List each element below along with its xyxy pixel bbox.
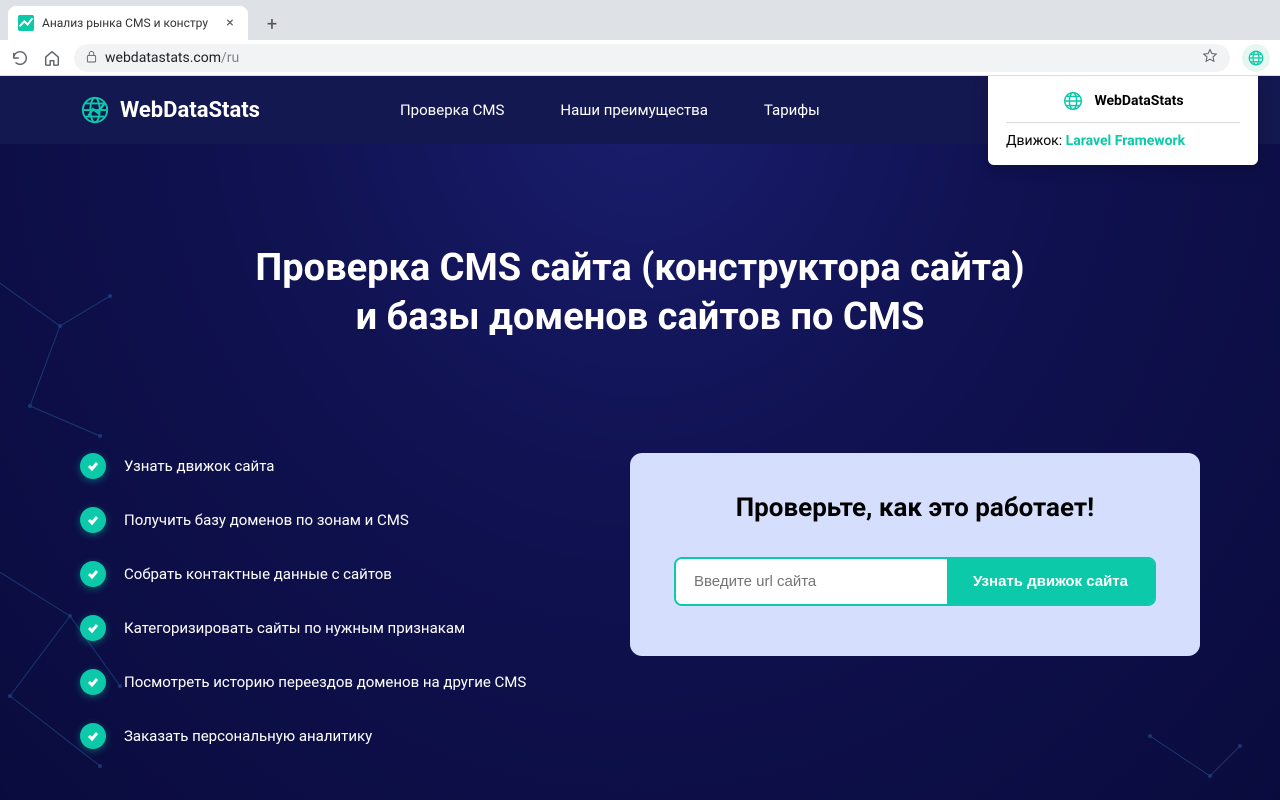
page-content: WebDataStats Проверка CMS Наши преимущес… [0,76,1280,800]
hero-line1: Проверка CMS сайта (конструктора сайта) [255,246,1024,290]
new-tab-button[interactable]: + [258,10,286,38]
brand-name: WebDataStats [120,98,260,123]
cta-card: Проверьте, как это работает! Узнать движ… [630,453,1200,656]
url-input[interactable] [676,559,947,604]
reload-icon[interactable] [10,48,30,68]
feature-text: Собрать контактные данные с сайтов [124,565,392,583]
engine-label: Движок: [1006,133,1066,149]
globe-logo-icon [80,95,110,125]
url-text: webdatastats.com/ru [105,50,239,66]
browser-toolbar: webdatastats.com/ru [0,40,1280,76]
hero-line2: и базы доменов сайтов по CMS [356,295,925,339]
browser-tab-strip: Анализ рынка CMS и констру × + [0,0,1280,40]
check-engine-button[interactable]: Узнать движок сайта [947,559,1154,604]
engine-name[interactable]: Laravel Framework [1066,133,1185,149]
feature-text: Заказать персональную аналитику [124,727,372,745]
close-icon[interactable]: × [222,15,238,31]
nav-link-cms-check[interactable]: Проверка CMS [400,101,504,119]
check-icon [80,507,106,533]
lock-icon [86,50,97,66]
feature-text: Получить базу доменов по зонам и CMS [124,511,409,529]
cta-form: Узнать движок сайта [674,557,1156,606]
nav-links: Проверка CMS Наши преимущества Тарифы [400,101,820,119]
hero-heading: Проверка CMS сайта (конструктора сайта) … [0,244,1280,343]
nav-link-pricing[interactable]: Тарифы [764,101,820,119]
feature-text: Посмотреть историю переездов доменов на … [124,673,526,691]
bookmark-star-icon[interactable] [1202,48,1218,68]
feature-item: Получить базу доменов по зонам и CMS [80,507,590,533]
feature-item: Узнать движок сайта [80,453,590,479]
browser-tab[interactable]: Анализ рынка CMS и констру × [8,6,248,40]
cta-heading: Проверьте, как это работает! [674,493,1156,523]
tab-favicon [18,15,34,31]
home-icon[interactable] [42,48,62,68]
globe-icon [1062,90,1084,112]
hero: Проверка CMS сайта (конструктора сайта) … [0,244,1280,343]
site-logo[interactable]: WebDataStats [80,95,260,125]
tab-title: Анализ рынка CMS и констру [42,16,214,30]
extension-body: Движок: Laravel Framework [1006,123,1240,149]
extension-name: WebDataStats [1094,93,1183,109]
url-bar[interactable]: webdatastats.com/ru [74,44,1230,72]
nav-link-advantages[interactable]: Наши преимущества [560,101,708,119]
feature-text: Категоризировать сайты по нужным признак… [124,619,465,637]
extension-icon[interactable] [1242,44,1270,72]
extension-popup: WebDataStats Движок: Laravel Framework [988,76,1258,165]
